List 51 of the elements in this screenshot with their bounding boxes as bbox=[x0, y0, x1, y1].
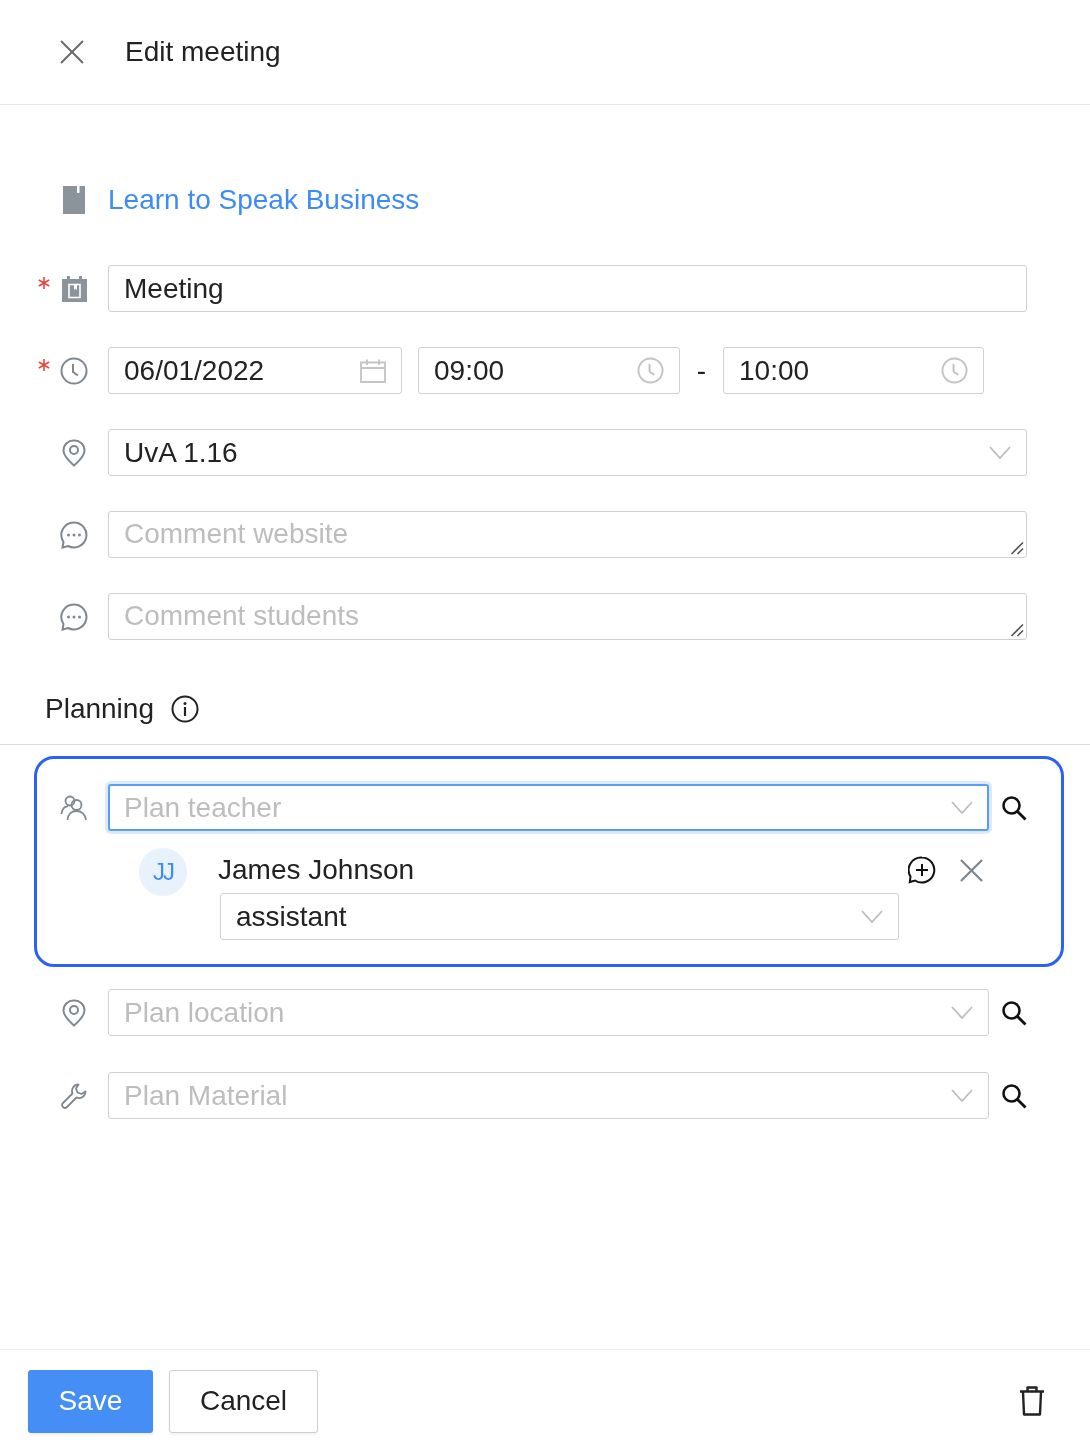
wrench-icon bbox=[61, 1082, 87, 1109]
avatar: JJ bbox=[139, 848, 187, 896]
info-icon[interactable] bbox=[171, 695, 199, 723]
material-select[interactable]: Plan Material bbox=[108, 1072, 989, 1119]
notebook-icon bbox=[61, 275, 87, 302]
calendar-icon bbox=[360, 358, 386, 383]
map-pin-icon bbox=[62, 998, 86, 1027]
add-comment-button[interactable] bbox=[908, 856, 936, 884]
chevron-down-icon bbox=[951, 1006, 973, 1019]
chevron-down-icon bbox=[861, 910, 883, 923]
chat-bubble-icon bbox=[60, 602, 88, 631]
remove-button[interactable] bbox=[960, 858, 983, 882]
time-separator: - bbox=[695, 354, 708, 387]
close-button[interactable] bbox=[60, 40, 84, 64]
search-button[interactable] bbox=[1001, 999, 1027, 1026]
trash-icon bbox=[1019, 1386, 1045, 1416]
clock-icon bbox=[637, 357, 664, 384]
time-field[interactable]: 09:00 bbox=[418, 347, 680, 394]
person-name: James Johnson bbox=[218, 854, 415, 886]
chevron-down-icon bbox=[951, 1089, 973, 1102]
comment-field[interactable]: Comment students bbox=[108, 593, 1027, 640]
close-icon bbox=[60, 40, 84, 64]
delete-button[interactable] bbox=[1019, 1386, 1045, 1416]
date-field[interactable]: 06/01/2022 bbox=[108, 347, 402, 394]
teacher-select[interactable]: Plan teacher bbox=[108, 784, 989, 831]
chevron-down-icon bbox=[989, 446, 1011, 459]
close-icon bbox=[960, 858, 983, 882]
add-comment-icon bbox=[908, 856, 936, 884]
people-icon bbox=[60, 794, 88, 821]
location-select[interactable]: Plan location bbox=[108, 989, 989, 1036]
role-select[interactable]: assistant bbox=[220, 893, 899, 940]
map-pin-icon bbox=[62, 438, 86, 467]
clock-icon bbox=[941, 357, 968, 384]
chat-bubble-icon bbox=[60, 520, 88, 549]
comment-field[interactable]: Comment website bbox=[108, 511, 1027, 558]
time-field[interactable]: 10:00 bbox=[723, 347, 984, 394]
search-icon bbox=[1001, 794, 1027, 821]
book-icon bbox=[63, 186, 85, 214]
section-title: Planning bbox=[45, 693, 154, 725]
chevron-down-icon bbox=[951, 801, 973, 814]
page-title: Edit meeting bbox=[125, 36, 281, 68]
search-button[interactable] bbox=[1001, 1082, 1027, 1109]
cancel-button[interactable]: Cancel bbox=[169, 1369, 318, 1433]
search-button[interactable] bbox=[1001, 794, 1027, 821]
location-select[interactable]: UvA 1.16 bbox=[108, 429, 1027, 476]
search-icon bbox=[1001, 999, 1027, 1026]
resize-grip-icon[interactable] bbox=[1010, 623, 1024, 637]
search-icon bbox=[1001, 1082, 1027, 1109]
clock-icon bbox=[60, 356, 88, 385]
title-field[interactable]: Meeting bbox=[108, 265, 1027, 312]
resize-grip-icon[interactable] bbox=[1010, 541, 1024, 555]
